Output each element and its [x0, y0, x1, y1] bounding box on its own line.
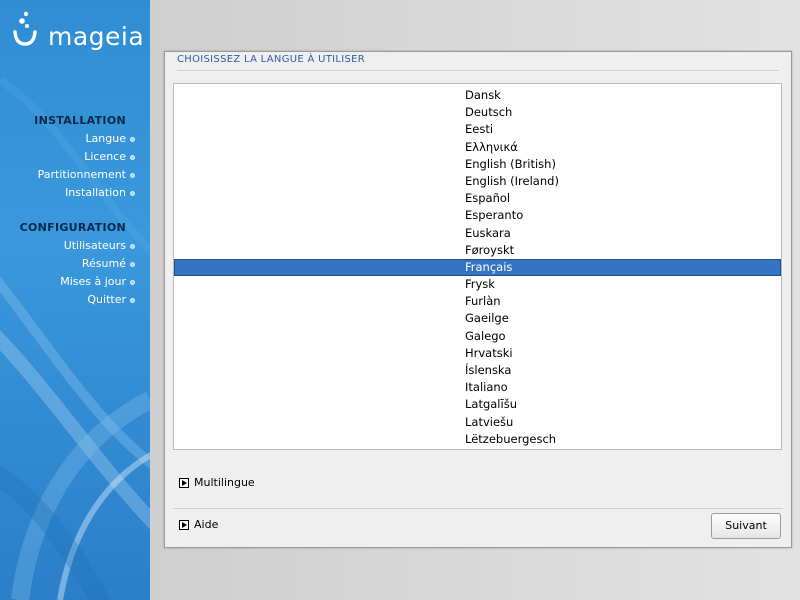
multilingual-expander[interactable]: Multilingue [179, 475, 255, 491]
nav-item-installation: Installation [0, 184, 135, 202]
nav-section-installation: INSTALLATION Langue Licence Partitionnem… [0, 113, 135, 202]
language-option[interactable]: Français [174, 258, 781, 277]
nav-item-partitionnement: Partitionnement [0, 166, 135, 184]
bullet-icon [130, 137, 135, 142]
nav-item-label: Utilisateurs [63, 239, 126, 252]
language-panel: CHOISISSEZ LA LANGUE À UTILISER Dansk Deu… [164, 51, 792, 548]
multilingual-label: Multilingue [194, 476, 255, 489]
language-option[interactable]: English (British) [174, 156, 781, 173]
nav-item-label: Résumé [81, 257, 126, 270]
language-option[interactable]: Dansk [174, 87, 781, 104]
brand-name: mageia [48, 22, 145, 51]
language-option[interactable]: Latgalīšu [174, 396, 781, 413]
language-option[interactable]: Ελληνικά [174, 139, 781, 156]
nav-item-quitter: Quitter [0, 291, 135, 309]
language-option[interactable]: Euskara [174, 225, 781, 242]
language-option[interactable]: Galego [174, 328, 781, 345]
title-divider [177, 70, 779, 71]
bullet-icon [130, 280, 135, 285]
language-option[interactable]: Latviešu [174, 414, 781, 431]
nav-item-resume: Résumé [0, 255, 135, 273]
nav-item-label: Langue [85, 132, 126, 145]
nav-item-label: Partitionnement [37, 168, 126, 181]
nav-section-configuration: CONFIGURATION Utilisateurs Résumé Mises … [0, 220, 135, 309]
bullet-icon [130, 244, 135, 249]
language-option[interactable]: Lëtzebuergesch [174, 431, 781, 448]
sidebar: mageia INSTALLATION Langue Licence Parti… [0, 0, 150, 600]
bullet-icon [130, 298, 135, 303]
language-option[interactable]: Furlàn [174, 293, 781, 310]
page-title: CHOISISSEZ LA LANGUE À UTILISER [177, 54, 366, 65]
nav-heading-configuration: CONFIGURATION [19, 221, 126, 234]
language-option[interactable]: Eesti [174, 121, 781, 138]
triangle-right-icon [179, 478, 189, 488]
nav-item-label: Installation [65, 186, 126, 199]
language-option[interactable]: Español [174, 190, 781, 207]
help-label: Aide [194, 518, 219, 531]
help-button[interactable]: Aide [179, 517, 218, 533]
language-option[interactable]: Frysk [174, 276, 781, 293]
nav-item-mises-a-jour: Mises à jour [0, 273, 135, 291]
language-option[interactable]: Føroyskt [174, 242, 781, 259]
mageia-logo: mageia [12, 10, 144, 50]
mageia-bubbles-icon [13, 11, 37, 46]
language-option[interactable]: Italiano [174, 379, 781, 396]
language-option[interactable]: Gaeilge [174, 310, 781, 327]
nav-item-langue: Langue [0, 130, 135, 148]
nav-item-label: Quitter [87, 293, 126, 306]
nav-item-licence: Licence [0, 148, 135, 166]
next-button[interactable]: Suivant [711, 513, 781, 539]
language-option[interactable]: Deutsch [174, 104, 781, 121]
triangle-right-icon [179, 520, 189, 530]
language-option[interactable]: Íslenska [174, 362, 781, 379]
bullet-icon [130, 191, 135, 196]
nav-item-label: Licence [84, 150, 126, 163]
nav-item-utilisateurs: Utilisateurs [0, 237, 135, 255]
bullet-icon [130, 155, 135, 160]
language-option[interactable]: English (Ireland) [174, 173, 781, 190]
language-list[interactable]: Dansk Deutsch Eesti Ελληνικά English (Britis… [173, 83, 782, 450]
bullet-icon [130, 173, 135, 178]
nav-heading-installation: INSTALLATION [34, 114, 126, 127]
language-option[interactable]: Esperanto [174, 207, 781, 224]
language-option[interactable]: Hrvatski [174, 345, 781, 362]
bottom-divider [173, 508, 783, 509]
nav-item-label: Mises à jour [60, 275, 126, 288]
bullet-icon [130, 262, 135, 267]
